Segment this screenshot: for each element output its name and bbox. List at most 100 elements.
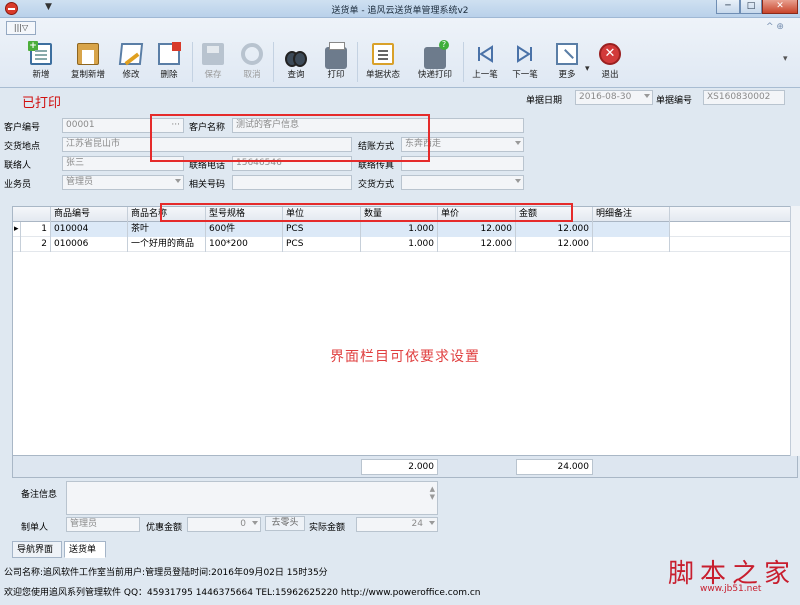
- status-bar-company: 公司名称:追风软件工作室当前用户:管理员登陆时间:2016年09月02日 15时…: [4, 568, 328, 578]
- memo-label: 备注信息: [21, 490, 58, 500]
- exit-icon: ✕: [599, 43, 621, 65]
- cell-unit[interactable]: PCS: [283, 222, 361, 237]
- cell-amount[interactable]: 12.000: [516, 237, 593, 252]
- customer-code-label: 客户编号: [4, 123, 41, 133]
- cell-price[interactable]: 12.000: [438, 237, 516, 252]
- discount-field[interactable]: 0: [187, 517, 261, 532]
- express-print-label: 快递打印: [417, 70, 452, 80]
- save-icon: [202, 43, 224, 65]
- cell-price[interactable]: 12.000: [438, 222, 516, 237]
- maker-label: 制单人: [21, 523, 49, 533]
- cell-spec[interactable]: 100*200: [206, 237, 283, 252]
- cancel-button[interactable]: 取消: [234, 43, 270, 87]
- table-row[interactable]: ▸ 1 010004 茶叶 600件 PCS 1.000 12.000 12.0…: [13, 222, 797, 237]
- doc-no-field[interactable]: XS160830002: [703, 90, 785, 105]
- express-print-icon: [424, 40, 449, 69]
- cell-spec[interactable]: 600件: [206, 222, 283, 237]
- row-indicator-header: [13, 207, 51, 222]
- document-status-button[interactable]: 单据状态: [362, 43, 404, 87]
- more-button[interactable]: 更多: [549, 43, 585, 87]
- edit-pencil-icon: [118, 43, 144, 65]
- customer-code-value: 00001: [66, 120, 95, 130]
- exit-button-label: 退出: [601, 70, 619, 80]
- exit-button[interactable]: ✕ 退出: [592, 43, 628, 87]
- print-button[interactable]: 打印: [318, 42, 354, 87]
- binoculars-icon: [285, 43, 307, 67]
- new-button-label: 新增: [32, 70, 50, 80]
- tab-delivery-note[interactable]: 送货单: [64, 541, 106, 558]
- express-print-button[interactable]: 快递打印: [413, 40, 457, 87]
- next-record-label: 下一笔: [512, 70, 538, 80]
- cell-amount[interactable]: 12.000: [516, 222, 593, 237]
- next-record-button[interactable]: 下一笔: [507, 43, 543, 87]
- total-qty: 2.000: [361, 459, 438, 475]
- more-icon: [556, 43, 578, 65]
- more-dropdown-arrow[interactable]: ▾: [585, 64, 590, 74]
- title-bar: ▼ 送货单 - 追风云送货单管理系统v2 ─ □ ✕: [0, 0, 800, 18]
- actual-amount-field[interactable]: 24: [356, 517, 438, 532]
- save-button-label: 保存: [204, 70, 222, 80]
- row-pointer: ▸: [13, 222, 21, 237]
- row-index: 2: [21, 237, 51, 252]
- table-row[interactable]: 2 010006 一个好用的商品 100*200 PCS 1.000 12.00…: [13, 237, 797, 252]
- tab-navigation[interactable]: 导航界面: [12, 541, 62, 558]
- salesman-select[interactable]: 管理员: [62, 175, 184, 190]
- new-button[interactable]: + 新增: [23, 41, 59, 87]
- salesman-label: 业务员: [4, 180, 32, 190]
- site-watermark-url: www.jb51.net: [700, 584, 762, 594]
- related-no-label: 相关号码: [189, 180, 226, 190]
- toolbar-separator: [273, 42, 274, 82]
- minimize-button[interactable]: ─: [716, 0, 740, 14]
- discount-label: 优惠金额: [146, 523, 183, 533]
- toolbar-separator: [192, 42, 193, 82]
- detail-grid[interactable]: 商品编号 商品名称 型号规格 单位 数量 单价 金额 明细备注 ▸ 1 0100…: [12, 206, 798, 456]
- document-status-label: 单据状态: [365, 70, 400, 80]
- totals-row: 2.000 24.000: [12, 456, 798, 478]
- edit-button-label: 修改: [122, 70, 140, 80]
- delivery-mode-select[interactable]: [401, 175, 524, 190]
- cell-qty[interactable]: 1.000: [361, 237, 438, 252]
- cell-code[interactable]: 010006: [51, 237, 128, 252]
- related-no-field[interactable]: [232, 175, 352, 190]
- ribbon-toolbar: |||▽ ^ ⊕ + 新增 复制新增 修改 删除 保存 取消 查询 打印 单据状…: [0, 18, 800, 88]
- round-off-button[interactable]: 去零头: [265, 516, 305, 531]
- row-index: 1: [21, 222, 51, 237]
- cell-code[interactable]: 010004: [51, 222, 128, 237]
- cell-name[interactable]: 一个好用的商品: [128, 237, 206, 252]
- close-button[interactable]: ✕: [762, 0, 798, 14]
- previous-record-button[interactable]: 上一笔: [467, 43, 503, 87]
- cell-note[interactable]: [593, 237, 670, 252]
- salesman-value: 管理员: [66, 177, 94, 187]
- toolbar-separator: [463, 42, 464, 82]
- print-status-text: 已打印: [22, 96, 62, 111]
- ribbon-help-icons[interactable]: ^ ⊕: [766, 22, 784, 32]
- copy-new-button[interactable]: 复制新增: [68, 43, 108, 87]
- maker-field[interactable]: 管理员: [66, 517, 140, 532]
- ribbon-tab[interactable]: |||▽: [6, 21, 36, 35]
- query-button[interactable]: 查询: [278, 43, 314, 87]
- cancel-button-label: 取消: [243, 70, 261, 80]
- copy-new-icon: [77, 43, 99, 65]
- column-header-code[interactable]: 商品编号: [51, 207, 128, 222]
- cell-note[interactable]: [593, 222, 670, 237]
- delete-icon: [158, 42, 181, 65]
- memo-field[interactable]: ▲ ▼: [66, 481, 438, 515]
- save-button[interactable]: 保存: [195, 43, 231, 87]
- total-amount: 24.000: [516, 459, 593, 475]
- cell-name[interactable]: 茶叶: [128, 222, 206, 237]
- date-value: 2016-08-30: [579, 92, 632, 102]
- ribbon-overflow[interactable]: ▾: [783, 54, 788, 64]
- maximize-button[interactable]: □: [740, 0, 762, 14]
- delete-button[interactable]: 删除: [151, 42, 187, 87]
- date-field[interactable]: 2016-08-30: [575, 90, 653, 105]
- print-button-label: 打印: [327, 70, 345, 80]
- contact-label: 联络人: [4, 161, 32, 171]
- window-title: 送货单 - 追风云送货单管理系统v2: [331, 6, 469, 16]
- edit-button[interactable]: 修改: [113, 43, 149, 87]
- cell-qty[interactable]: 1.000: [361, 222, 438, 237]
- grid-vertical-scrollbar[interactable]: [790, 206, 800, 456]
- column-header-note[interactable]: 明细备注: [593, 207, 670, 222]
- cell-unit[interactable]: PCS: [283, 237, 361, 252]
- cancel-icon: [241, 43, 263, 65]
- doc-no-label: 单据编号: [656, 96, 693, 106]
